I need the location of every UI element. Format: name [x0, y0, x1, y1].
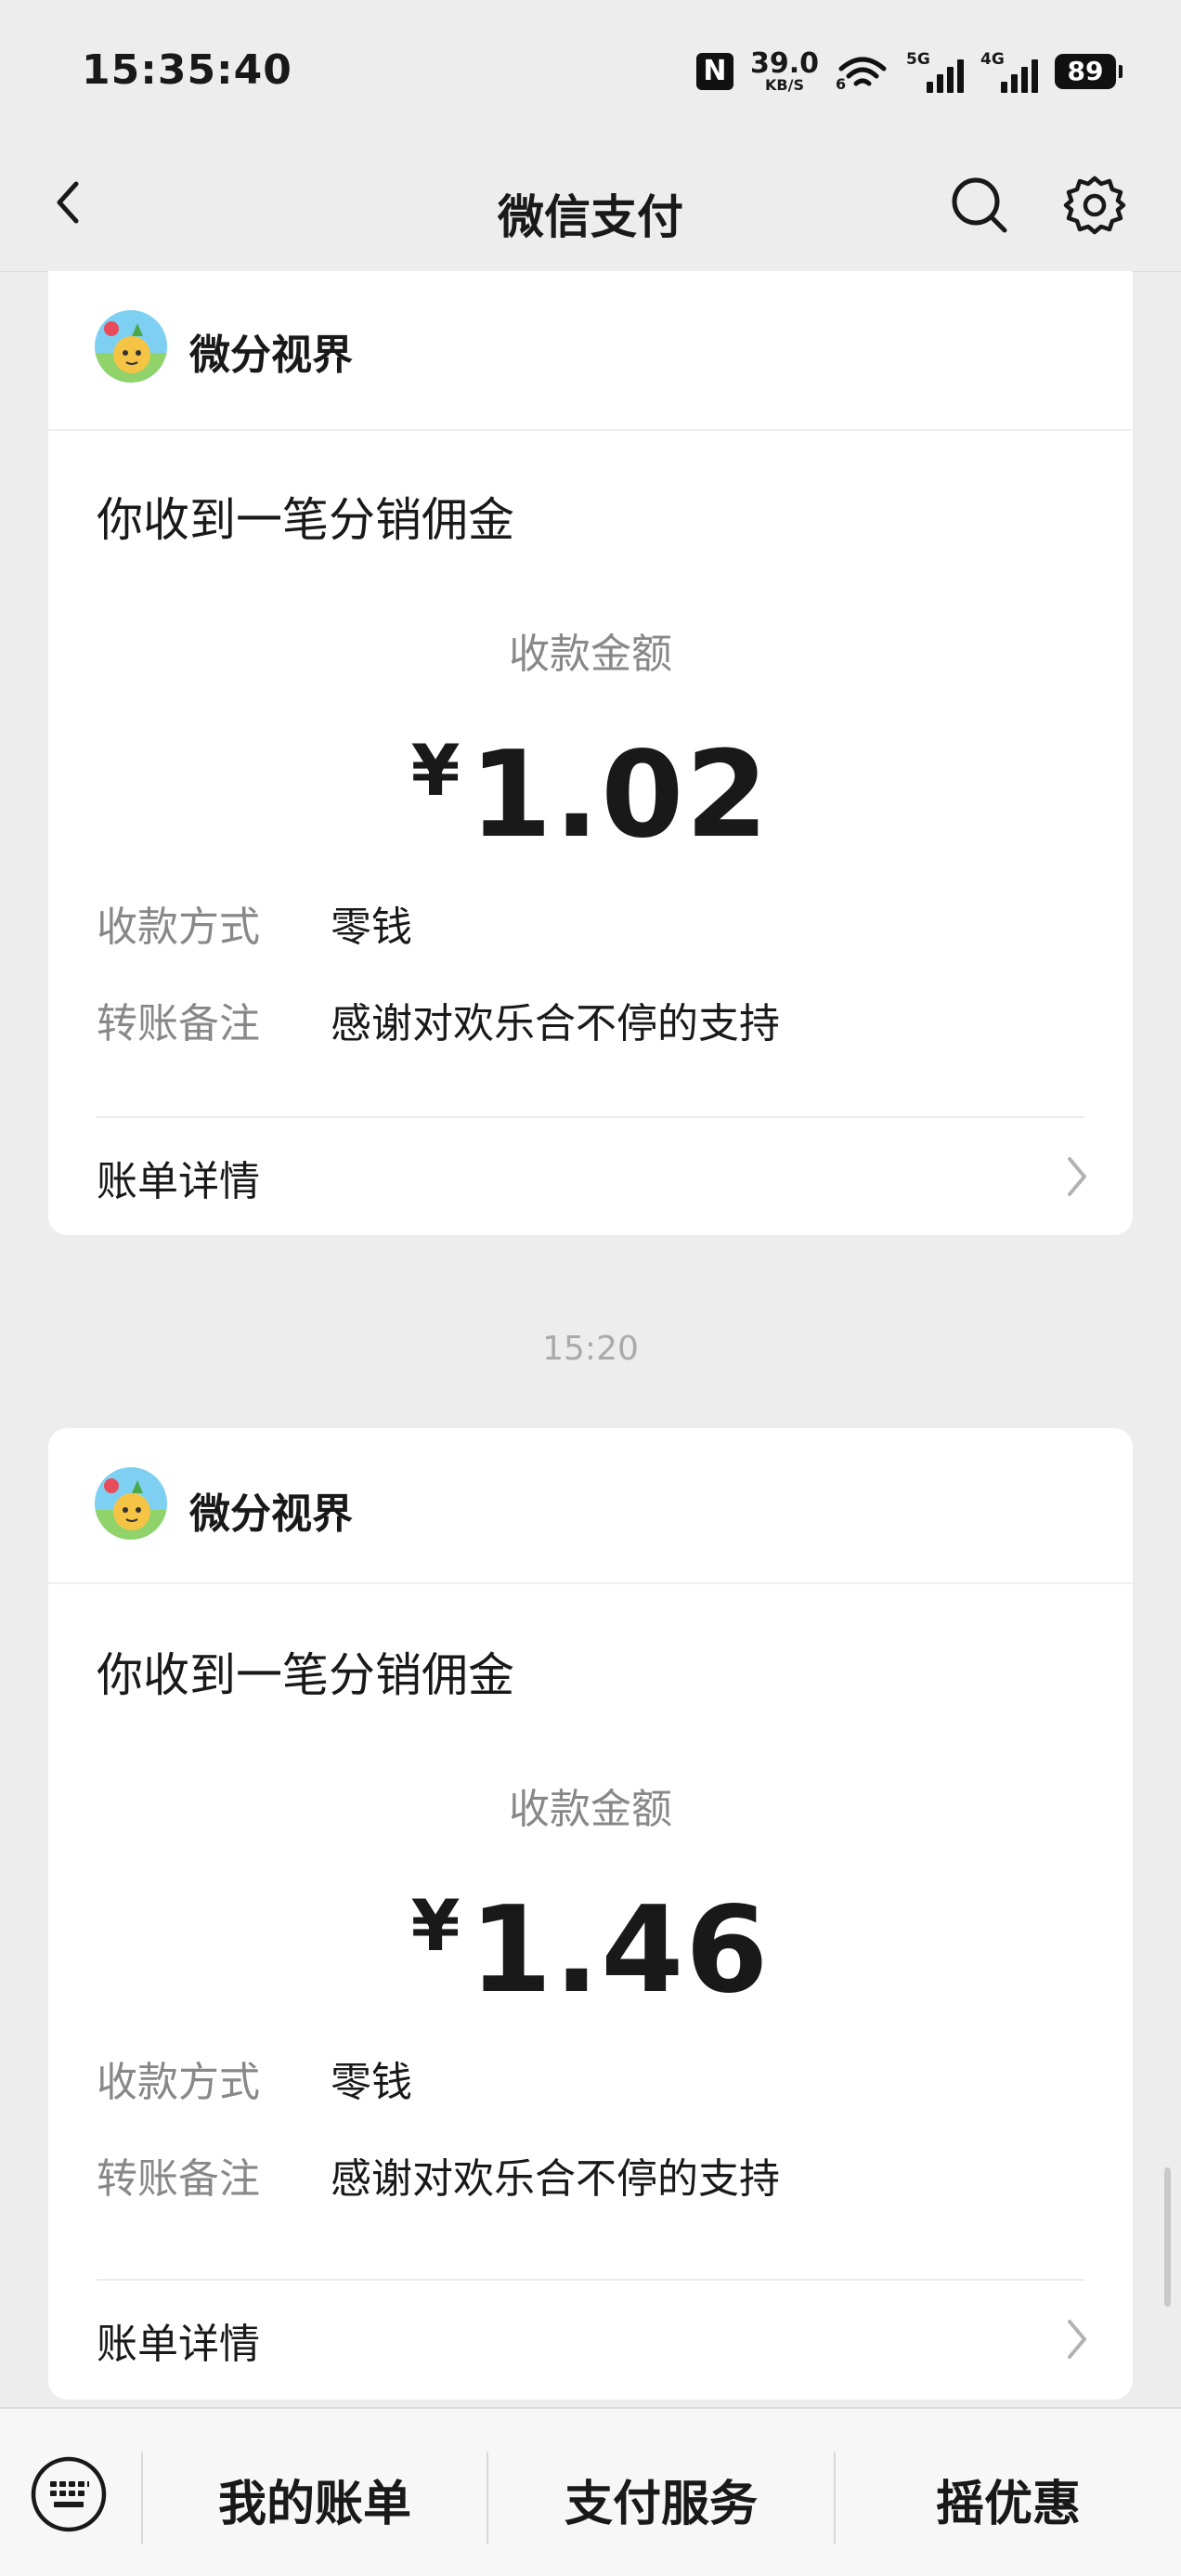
nfc-icon: N	[695, 53, 733, 90]
card-title: 你收到一笔分销佣金	[97, 1648, 514, 1702]
card-header[interactable]: 微分视界	[48, 271, 1133, 431]
signal-4g-label: 4G	[980, 50, 1005, 69]
method-value: 零钱	[331, 904, 412, 951]
amount-label: 收款金额	[509, 1786, 672, 1833]
method-label: 收款方式	[97, 2059, 260, 2106]
gear-icon[interactable]	[1062, 173, 1127, 238]
wifi-tag: 6	[836, 75, 847, 93]
card-title: 你收到一笔分销佣金	[97, 493, 514, 547]
note-label: 转账备注	[97, 2155, 260, 2203]
scrollbar[interactable]	[1164, 2167, 1171, 2307]
method-row: 收款方式 零钱	[97, 893, 412, 953]
merchant-name: 微分视界	[189, 1490, 353, 1538]
network-speed: 39.0 KB/S	[750, 50, 819, 93]
bill-detail-link[interactable]: 账单详情	[48, 2281, 1133, 2400]
nav-bar: 微信支付	[0, 139, 1181, 272]
my-bills-button[interactable]: 我的账单	[143, 2465, 487, 2534]
status-icons: N 39.0 KB/S 6 5G 4G 89	[695, 48, 1123, 95]
bill-detail-label: 账单详情	[97, 1158, 260, 1205]
shake-offers-button[interactable]: 摇优惠	[836, 2465, 1181, 2534]
status-time: 15:35:40	[82, 46, 292, 94]
network-speed-unit: KB/S	[765, 76, 804, 94]
merchant-name: 微分视界	[189, 332, 353, 379]
payment-card: 微分视界 你收到一笔分销佣金 收款金额 ¥1.02 收款方式 零钱 转账备注 感谢对…	[48, 271, 1133, 1235]
chevron-right-icon	[1058, 1153, 1096, 1200]
chevron-right-icon	[1058, 2316, 1096, 2362]
merchant-avatar	[95, 310, 167, 383]
signal-5g-label: 5G	[906, 50, 930, 69]
bottom-menu-bar: 我的账单 支付服务 摇优惠	[0, 2407, 1181, 2576]
wifi-icon: 6	[836, 50, 889, 93]
amount-value: 1.02	[469, 726, 771, 865]
search-icon[interactable]	[947, 173, 1012, 238]
network-speed-value: 39.0	[749, 47, 819, 80]
note-label: 转账备注	[97, 1000, 260, 1047]
method-row: 收款方式 零钱	[97, 2049, 412, 2108]
bill-detail-label: 账单详情	[97, 2321, 260, 2368]
amount-value: 1.46	[469, 1881, 771, 2020]
status-bar: 15:35:40 N 39.0 KB/S 6 5G 4G 89	[0, 0, 1181, 139]
method-label: 收款方式	[97, 904, 260, 951]
note-value: 感谢对欢乐合不停的支持	[331, 2155, 780, 2203]
amount-label: 收款金额	[509, 631, 672, 678]
amount: ¥1.02	[48, 726, 1133, 865]
keyboard-icon[interactable]	[30, 2455, 108, 2533]
method-value: 零钱	[331, 2059, 412, 2106]
currency-symbol: ¥	[410, 729, 462, 812]
amount: ¥1.46	[48, 1881, 1133, 2020]
note-row: 转账备注 感谢对欢乐合不停的支持	[97, 990, 780, 1049]
battery-icon: 89	[1055, 54, 1123, 89]
bill-detail-link[interactable]: 账单详情	[48, 1118, 1133, 1235]
note-row: 转账备注 感谢对欢乐合不停的支持	[97, 2145, 780, 2205]
currency-symbol: ¥	[410, 1884, 462, 1967]
card-header[interactable]: 微分视界	[48, 1428, 1133, 1584]
payment-services-button[interactable]: 支付服务	[488, 2465, 834, 2534]
note-value: 感谢对欢乐合不停的支持	[331, 1000, 780, 1047]
time-separator: 15:20	[542, 1330, 639, 1368]
signal-4g-icon: 4G	[980, 50, 1038, 93]
signal-5g-icon: 5G	[906, 50, 964, 93]
payment-card: 微分视界 你收到一笔分销佣金 收款金额 ¥1.46 收款方式 零钱 转账备注 感谢对…	[48, 1428, 1133, 2400]
merchant-avatar	[95, 1467, 167, 1540]
